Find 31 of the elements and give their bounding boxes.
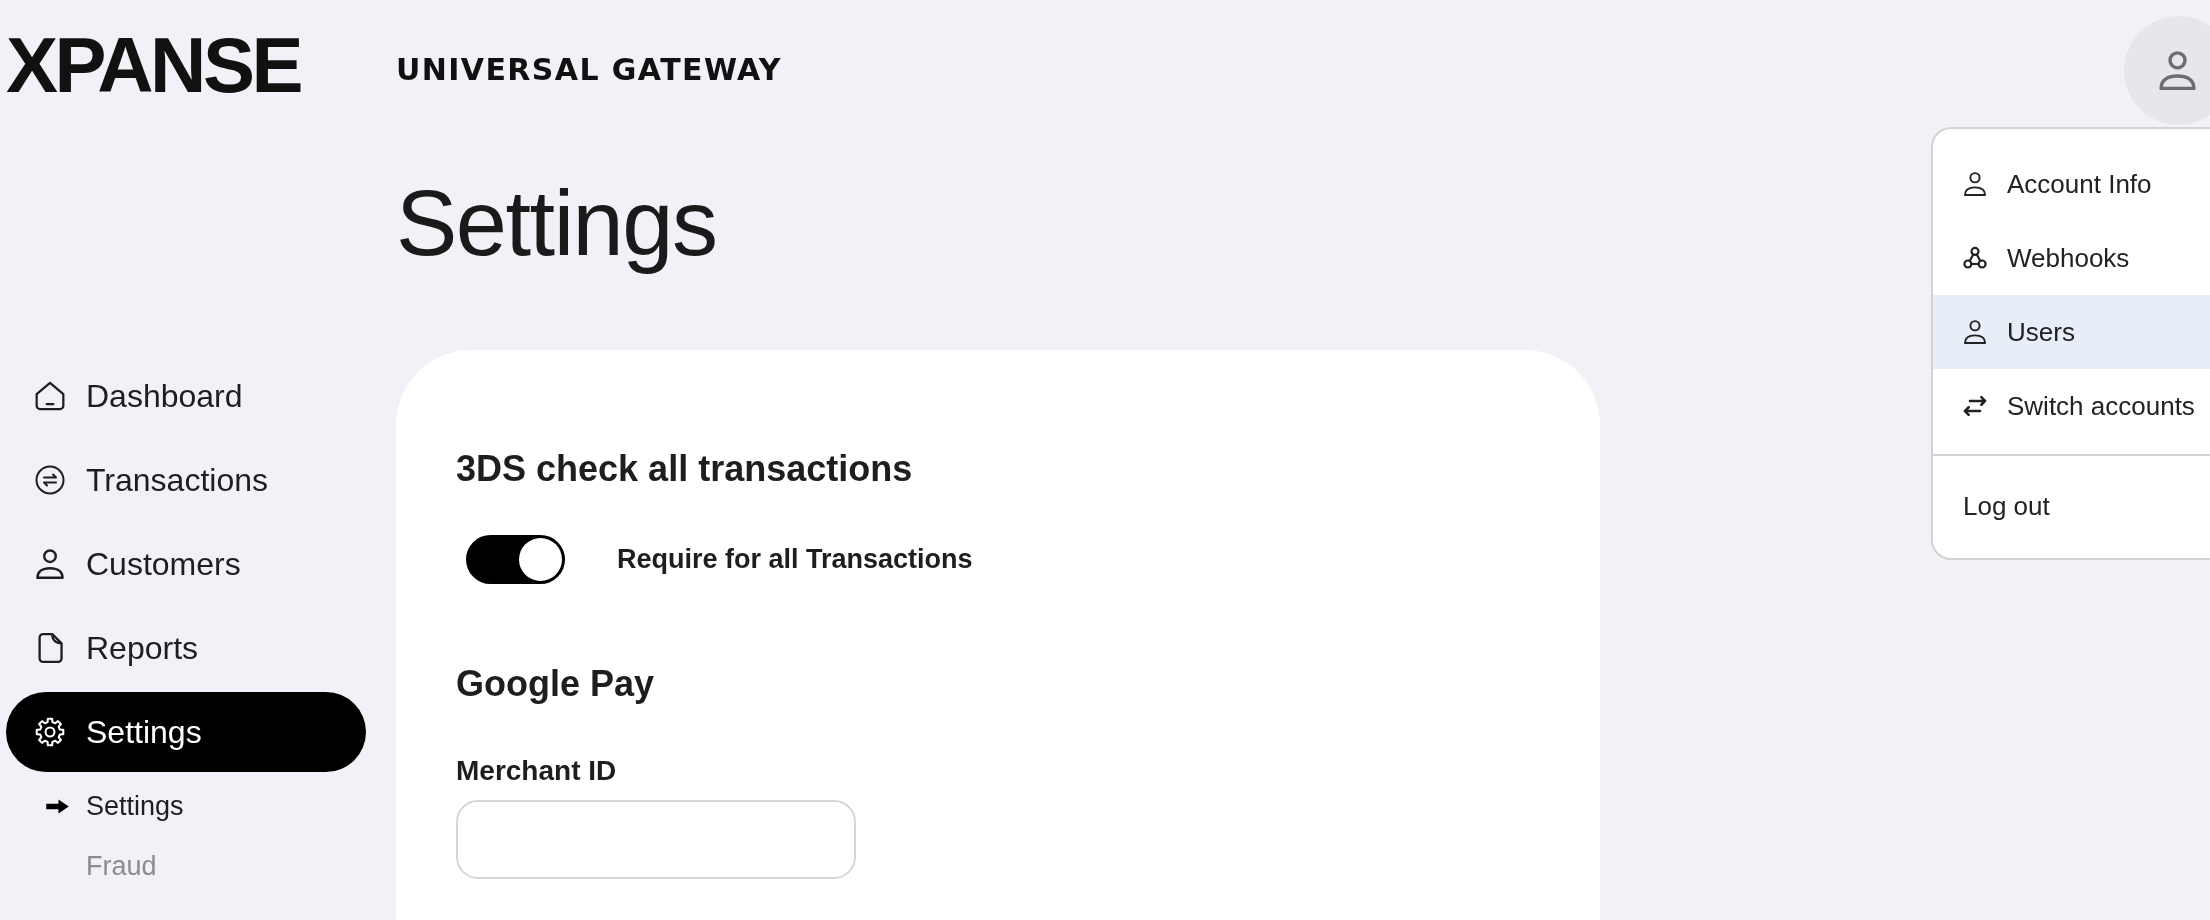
logout-item[interactable]: Log out [1933, 471, 2210, 541]
gear-icon [35, 717, 65, 747]
menu-item[interactable]: Switch accounts [1933, 369, 2210, 443]
menu-item[interactable]: Webhooks [1933, 221, 2210, 295]
arrow-icon [46, 798, 69, 814]
section-heading: 3DS check all transactions [456, 447, 913, 491]
section-heading: Google Pay [456, 661, 655, 705]
user-icon [2157, 50, 2198, 90]
product-name: UNIVERSAL GATEWAY [396, 52, 782, 88]
sidebar-item[interactable]: Reports [6, 608, 366, 688]
sidebar-item[interactable]: Transactions [6, 440, 366, 520]
swap-arrows-icon [1963, 394, 1987, 418]
document-icon [35, 633, 65, 663]
page-title: Settings [396, 171, 717, 276]
brand-logo: XPANSE [6, 21, 300, 111]
person-icon [1963, 172, 1987, 196]
person-icon [35, 549, 65, 579]
toggle-switch[interactable] [466, 534, 565, 584]
linked-nodes-icon [1963, 246, 1987, 270]
person-icon [1963, 320, 1987, 344]
sidebar-item[interactable]: Customers [6, 524, 366, 604]
menu-item[interactable]: Account Info [1933, 147, 2210, 221]
house-icon [35, 381, 65, 411]
text-field[interactable] [456, 800, 856, 880]
exchange-arrows-icon [35, 465, 65, 495]
toggle-label: Require for all Transactions [617, 542, 973, 576]
sidebar-item[interactable]: Dashboard [6, 356, 366, 436]
sidebar-item[interactable]: Settings [6, 692, 366, 772]
field-label: Merchant ID [456, 753, 617, 788]
menu-item[interactable]: Users [1933, 295, 2210, 369]
sidebar-subitem[interactable]: Settings [6, 776, 366, 836]
